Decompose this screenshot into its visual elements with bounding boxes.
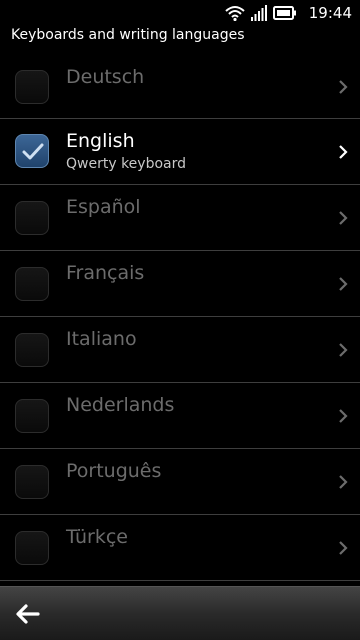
checkbox[interactable] bbox=[15, 267, 49, 301]
status-icons: 19:44 bbox=[225, 3, 352, 23]
wifi-icon bbox=[225, 6, 245, 21]
language-name: Español bbox=[66, 196, 141, 218]
chevron-right-icon bbox=[339, 211, 348, 225]
language-name: Türkçe bbox=[66, 526, 128, 548]
checkbox[interactable] bbox=[15, 531, 49, 565]
checkbox[interactable] bbox=[15, 465, 49, 499]
language-name: Français bbox=[66, 262, 145, 284]
checkbox[interactable] bbox=[15, 333, 49, 367]
checkbox[interactable] bbox=[15, 201, 49, 235]
checkbox-checked[interactable] bbox=[15, 134, 49, 168]
language-row-deutsch[interactable]: Deutsch bbox=[0, 53, 360, 119]
back-arrow-icon[interactable] bbox=[14, 600, 42, 628]
checkbox[interactable] bbox=[15, 70, 49, 104]
language-name: Deutsch bbox=[66, 66, 145, 88]
language-name: Português bbox=[66, 460, 162, 482]
chevron-right-icon bbox=[339, 80, 348, 94]
checkmark-icon bbox=[22, 143, 44, 160]
language-row-italiano[interactable]: Italiano bbox=[0, 317, 360, 383]
checkbox[interactable] bbox=[15, 399, 49, 433]
language-subtitle: Qwerty keyboard bbox=[66, 156, 186, 172]
chevron-right-icon bbox=[339, 541, 348, 555]
language-row-english[interactable]: English Qwerty keyboard bbox=[0, 119, 360, 185]
status-bar: 19:44 bbox=[0, 0, 360, 26]
page-title: Keyboards and writing languages bbox=[11, 27, 245, 43]
bottom-toolbar bbox=[0, 586, 360, 640]
chevron-right-icon bbox=[339, 277, 348, 291]
language-row-francais[interactable]: Français bbox=[0, 251, 360, 317]
chevron-right-icon bbox=[339, 145, 348, 159]
chevron-right-icon bbox=[339, 475, 348, 489]
language-row-espanol[interactable]: Español bbox=[0, 185, 360, 251]
chevron-right-icon bbox=[339, 409, 348, 423]
language-row-nederlands[interactable]: Nederlands bbox=[0, 383, 360, 449]
status-time: 19:44 bbox=[308, 4, 352, 22]
language-name: Italiano bbox=[66, 328, 137, 350]
chevron-right-icon bbox=[339, 343, 348, 357]
battery-icon bbox=[272, 6, 296, 20]
language-name: English bbox=[66, 130, 135, 152]
language-row-portugues[interactable]: Português bbox=[0, 449, 360, 515]
language-name: Nederlands bbox=[66, 394, 175, 416]
language-list: Deutsch English Qwerty keyboard Español … bbox=[0, 53, 360, 581]
signal-icon bbox=[250, 5, 267, 21]
language-row-turkce[interactable]: Türkçe bbox=[0, 515, 360, 581]
